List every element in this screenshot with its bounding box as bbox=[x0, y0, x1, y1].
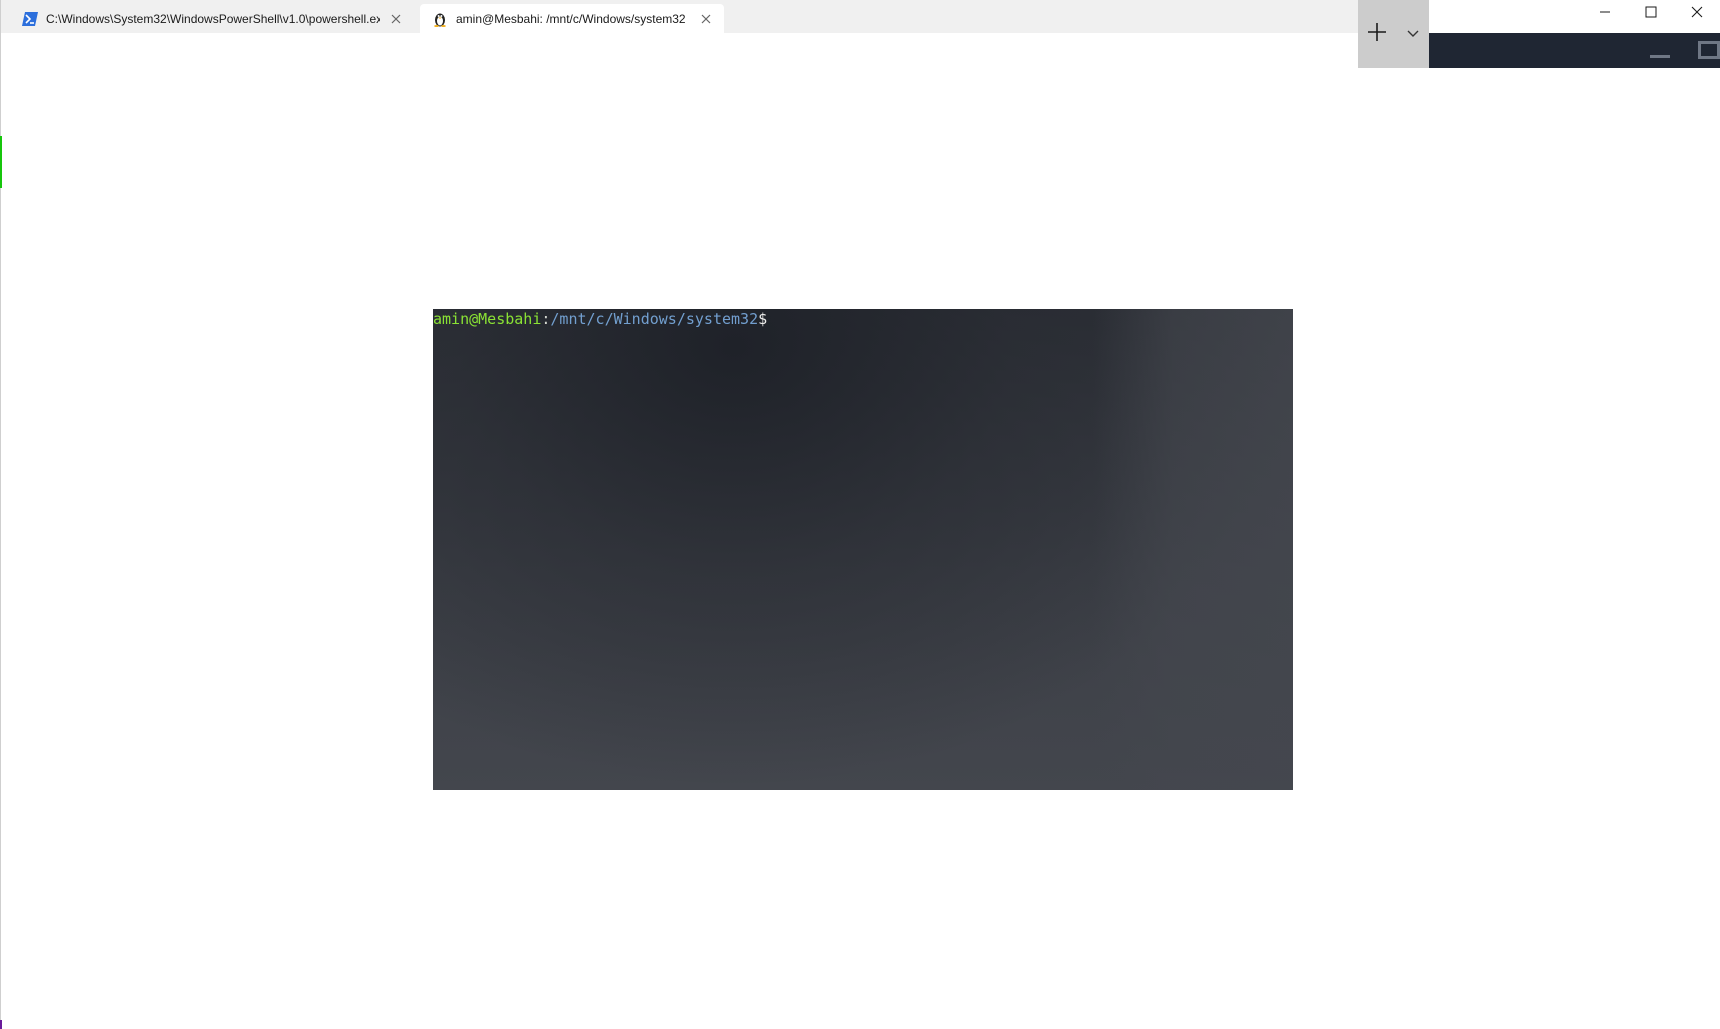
title-bar[interactable]: C:\Windows\System32\WindowsPowerShell\v1… bbox=[0, 0, 1720, 68]
prompt-user-host: amin@Mesbahi bbox=[433, 310, 542, 328]
shell-prompt: amin@Mesbahi:/mnt/c/Windows/system32$ bbox=[433, 309, 767, 329]
close-icon bbox=[1691, 5, 1703, 23]
tab-label: amin@Mesbahi: /mnt/c/Windows/system32 bbox=[456, 11, 686, 26]
maximize-button[interactable] bbox=[1628, 0, 1674, 28]
new-tab-group bbox=[1358, 0, 1429, 68]
maximize-icon bbox=[1645, 5, 1657, 23]
window-caption-buttons bbox=[1582, 0, 1720, 33]
background-maximize-icon bbox=[1698, 41, 1720, 59]
background-window-strip bbox=[1429, 33, 1720, 68]
background-minimize-icon bbox=[1650, 55, 1670, 58]
terminal-background-glow bbox=[1093, 309, 1293, 790]
tab-wsl-ubuntu[interactable]: amin@Mesbahi: /mnt/c/Windows/system32 bbox=[420, 4, 724, 33]
new-tab-button[interactable] bbox=[1358, 0, 1396, 68]
prompt-path: /mnt/c/Windows/system32 bbox=[550, 310, 759, 328]
tab-strip: C:\Windows\System32\WindowsPowerShell\v1… bbox=[0, 0, 1358, 33]
left-accent-green bbox=[0, 136, 2, 188]
left-accent-purple bbox=[0, 1020, 2, 1029]
tab-label: C:\Windows\System32\WindowsPowerShell\v1… bbox=[46, 11, 380, 26]
linux-tux-icon bbox=[432, 11, 448, 27]
windows-terminal-window: C:\Windows\System32\WindowsPowerShell\v1… bbox=[0, 0, 1720, 1029]
chevron-down-icon bbox=[1407, 25, 1419, 43]
tab-powershell[interactable]: C:\Windows\System32\WindowsPowerShell\v1… bbox=[10, 4, 414, 33]
prompt-symbol: $ bbox=[758, 310, 768, 328]
close-button[interactable] bbox=[1674, 0, 1720, 28]
terminal-pane[interactable]: amin@Mesbahi:/mnt/c/Windows/system32$ bbox=[433, 309, 1293, 790]
close-tab-icon[interactable] bbox=[388, 11, 404, 27]
profile-dropdown-button[interactable] bbox=[1396, 0, 1429, 68]
close-tab-icon[interactable] bbox=[698, 11, 714, 27]
plus-icon bbox=[1367, 22, 1387, 47]
powershell-icon bbox=[22, 11, 38, 27]
minimize-icon bbox=[1599, 5, 1611, 23]
minimize-button[interactable] bbox=[1582, 0, 1628, 28]
